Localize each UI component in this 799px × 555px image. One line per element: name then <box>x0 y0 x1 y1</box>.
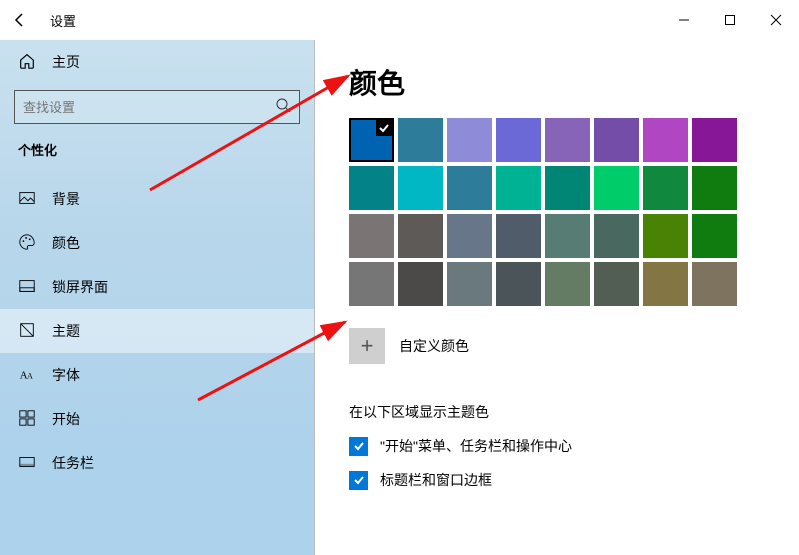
home-label: 主页 <box>52 52 80 72</box>
color-swatch[interactable] <box>545 118 590 162</box>
check-icon <box>376 120 392 136</box>
accent-surfaces-label: 在以下区域显示主题色 <box>349 402 799 422</box>
color-swatch[interactable] <box>447 118 492 162</box>
color-swatch[interactable] <box>594 166 639 210</box>
sidebar-item-label: 背景 <box>52 189 80 209</box>
color-swatch[interactable] <box>496 166 541 210</box>
option-label: "开始"菜单、任务栏和操作中心 <box>380 436 572 456</box>
close-button[interactable] <box>753 5 799 35</box>
color-swatch[interactable] <box>398 118 443 162</box>
color-swatch[interactable] <box>643 166 688 210</box>
color-swatch[interactable] <box>692 262 737 306</box>
sidebar-item-fonts[interactable]: AA 字体 <box>0 353 314 397</box>
app-title: 设置 <box>50 11 76 30</box>
color-swatch[interactable] <box>398 166 443 210</box>
color-swatch[interactable] <box>496 214 541 258</box>
sidebar-item-label: 任务栏 <box>52 453 94 473</box>
color-swatch[interactable] <box>496 118 541 162</box>
home-link[interactable]: 主页 <box>0 40 314 84</box>
sidebar-item-lockscreen[interactable]: 锁屏界面 <box>0 265 314 309</box>
option-label: 标题栏和窗口边框 <box>380 470 492 490</box>
sidebar: 主页 个性化 背景 颜色 锁屏界面 主题 AA 字体 开始 <box>0 40 315 555</box>
sidebar-item-label: 开始 <box>52 409 80 429</box>
color-swatch[interactable] <box>594 214 639 258</box>
custom-color-label: 自定义颜色 <box>399 336 469 356</box>
color-swatch[interactable] <box>643 118 688 162</box>
search-field[interactable] <box>23 100 275 115</box>
checkbox-checked-icon[interactable] <box>349 437 368 456</box>
home-icon <box>18 52 36 73</box>
sidebar-item-label: 颜色 <box>52 233 80 253</box>
svg-text:A: A <box>27 371 33 380</box>
color-swatch[interactable] <box>692 214 737 258</box>
category-label: 个性化 <box>0 140 314 159</box>
color-swatch[interactable] <box>643 214 688 258</box>
color-swatch[interactable] <box>447 214 492 258</box>
option-titlebars[interactable]: 标题栏和窗口边框 <box>349 470 799 490</box>
sidebar-item-background[interactable]: 背景 <box>0 177 314 221</box>
back-button[interactable] <box>0 0 40 40</box>
color-swatch[interactable] <box>545 214 590 258</box>
picture-icon <box>18 189 36 210</box>
taskbar-icon <box>18 453 36 474</box>
sidebar-item-colors[interactable]: 颜色 <box>0 221 314 265</box>
font-icon: AA <box>18 365 36 386</box>
color-swatch[interactable] <box>447 166 492 210</box>
maximize-button[interactable] <box>707 5 753 35</box>
color-palette <box>349 118 799 306</box>
sidebar-item-taskbar[interactable]: 任务栏 <box>0 441 314 485</box>
color-swatch[interactable] <box>594 262 639 306</box>
add-custom-color-button[interactable]: + <box>349 328 385 364</box>
palette-icon <box>18 233 36 254</box>
color-swatch[interactable] <box>349 118 394 162</box>
color-swatch[interactable] <box>545 166 590 210</box>
sidebar-item-label: 主题 <box>52 321 80 341</box>
sidebar-item-themes[interactable]: 主题 <box>0 309 314 353</box>
option-start-taskbar[interactable]: "开始"菜单、任务栏和操作中心 <box>349 436 799 456</box>
plus-icon: + <box>361 333 374 359</box>
theme-icon <box>18 321 36 342</box>
checkbox-checked-icon[interactable] <box>349 471 368 490</box>
color-swatch[interactable] <box>349 214 394 258</box>
minimize-button[interactable] <box>661 5 707 35</box>
color-swatch[interactable] <box>447 262 492 306</box>
color-swatch[interactable] <box>398 262 443 306</box>
search-input[interactable] <box>14 90 300 124</box>
search-icon <box>275 97 291 118</box>
page-title: 颜色 <box>349 62 799 102</box>
sidebar-item-start[interactable]: 开始 <box>0 397 314 441</box>
start-icon <box>18 409 36 430</box>
main-content: 颜色 + 自定义颜色 在以下区域显示主题色 "开始"菜单、任务栏和操作中心 标题… <box>315 40 799 555</box>
color-swatch[interactable] <box>643 262 688 306</box>
color-swatch[interactable] <box>692 118 737 162</box>
color-swatch[interactable] <box>692 166 737 210</box>
color-swatch[interactable] <box>398 214 443 258</box>
sidebar-item-label: 锁屏界面 <box>52 277 108 297</box>
lockscreen-icon <box>18 277 36 298</box>
sidebar-item-label: 字体 <box>52 365 80 385</box>
color-swatch[interactable] <box>594 118 639 162</box>
color-swatch[interactable] <box>349 166 394 210</box>
color-swatch[interactable] <box>545 262 590 306</box>
color-swatch[interactable] <box>496 262 541 306</box>
color-swatch[interactable] <box>349 262 394 306</box>
